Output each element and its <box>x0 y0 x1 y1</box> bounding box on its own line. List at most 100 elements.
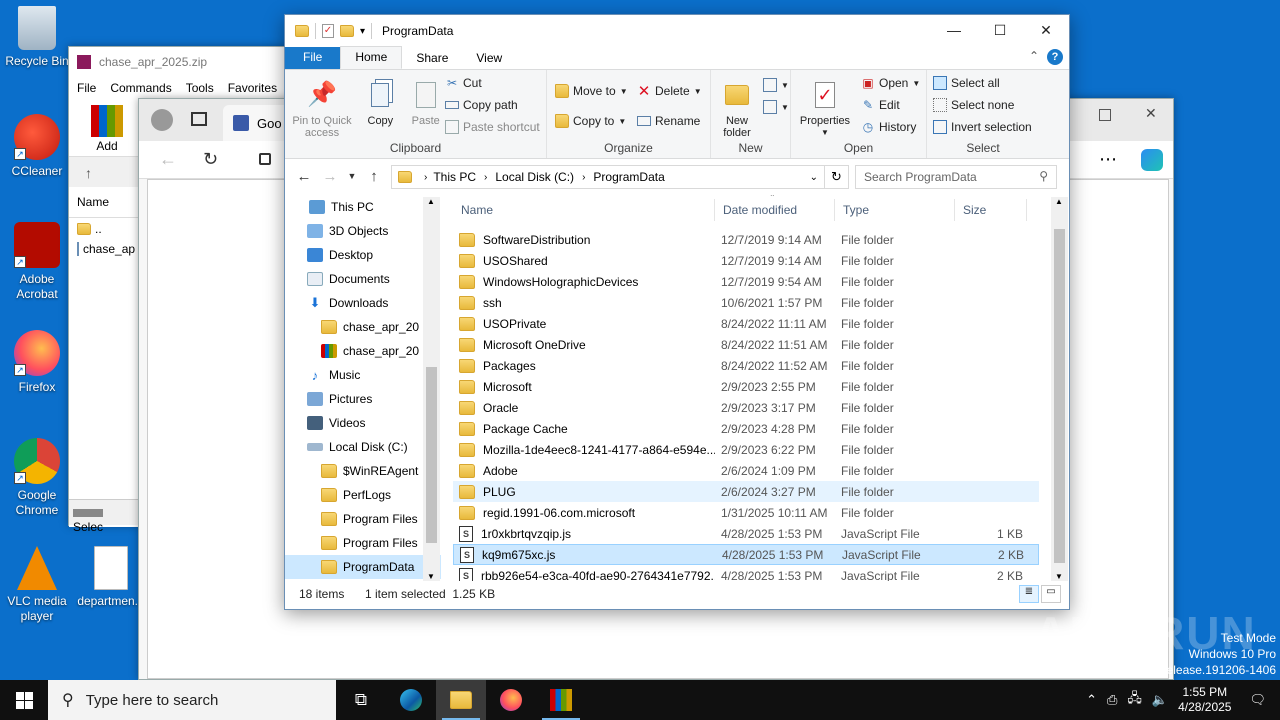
refresh-icon[interactable]: ↻ <box>203 149 218 170</box>
table-row[interactable]: USOPrivate 8/24/2022 11:11 AM File folder <box>453 313 1039 334</box>
copy-path-button[interactable]: Copy path <box>445 94 540 116</box>
table-row[interactable]: Microsoft 2/9/2023 2:55 PM File folder <box>453 376 1039 397</box>
scrollbar-thumb[interactable] <box>1054 229 1065 563</box>
cut-button[interactable]: ✂ Cut <box>445 72 540 94</box>
table-row[interactable]: WindowsHolographicDevices 12/7/2019 9:54 … <box>453 271 1039 292</box>
table-row[interactable]: S 1r0xkbrtqvzqip.js 4/28/2025 1:53 PM JavaS… <box>453 523 1039 544</box>
file-list-scrollbar[interactable]: ▲ ▼ <box>1051 197 1068 581</box>
desktop-icon-document[interactable]: departmen... <box>74 546 148 609</box>
address-bar[interactable]: › This PC › Local Disk (C:) › ProgramDat… <box>391 165 825 189</box>
table-row[interactable]: regid.1991-06.com.microsoft 1/31/2025 10:… <box>453 502 1039 523</box>
table-row[interactable]: Microsoft OneDrive 8/24/2022 11:51 AM File… <box>453 334 1039 355</box>
breadcrumb-programdata[interactable]: ProgramData <box>593 170 664 184</box>
desktop-icon-ccleaner[interactable]: ↗ CCleaner <box>0 114 74 179</box>
close-button[interactable]: ✕ <box>1023 15 1069 45</box>
open-button[interactable]: ▣ Open ▼ <box>861 72 920 94</box>
desktop-icon-acrobat[interactable]: ↗ Adobe Acrobat <box>0 222 74 302</box>
easy-access-button[interactable]: ▼ <box>763 96 789 118</box>
copy-to-button[interactable]: Copy to ▼ <box>555 106 628 136</box>
column-header-size[interactable]: Size <box>955 199 1027 221</box>
desktop-icon-recycle-bin[interactable]: Recycle Bin <box>0 6 74 69</box>
scroll-up-icon[interactable]: ▲ <box>1055 197 1063 206</box>
paste-button[interactable]: Paste <box>406 74 446 127</box>
tab-home[interactable]: Home <box>340 46 403 69</box>
move-to-button[interactable]: Move to ▼ <box>555 76 628 106</box>
nav-item[interactable]: ProgramData <box>285 555 441 579</box>
copy-button[interactable]: Copy <box>358 74 402 127</box>
tab-file[interactable]: File <box>285 47 341 69</box>
winrar-col-name[interactable]: Name <box>69 187 140 218</box>
chevron-up-icon[interactable]: ⌃ <box>1086 692 1097 708</box>
navigation-pane-scrollbar[interactable]: ▲ ▼ <box>423 197 440 581</box>
edge-tab[interactable]: Goo <box>223 105 293 141</box>
copilot-icon[interactable] <box>1141 149 1163 171</box>
scroll-up-icon[interactable]: ▲ <box>427 197 435 206</box>
volume-icon[interactable]: 🔈 <box>1152 692 1168 708</box>
new-folder-icon[interactable] <box>340 25 354 37</box>
explorer-window[interactable]: ✓ ▾ ProgramData — ☐ ✕ File Home Share Vi… <box>284 14 1070 610</box>
customize-qat-icon[interactable]: ▾ <box>360 26 365 37</box>
properties-icon[interactable]: ✓ <box>322 24 334 38</box>
details-view-icon[interactable]: ≣ <box>1019 585 1039 603</box>
table-row[interactable]: Skq9m675xc.js 4/28/2025 1:53 PM JavaScript… <box>453 544 1039 565</box>
clock[interactable]: 1:55 PM 4/28/2025 <box>1178 685 1231 715</box>
desktop-icon-vlc[interactable]: VLC media player <box>0 546 74 624</box>
new-folder-button[interactable]: New folder <box>715 74 759 139</box>
maximize-button[interactable]: ☐ <box>977 15 1023 45</box>
large-icons-view-icon[interactable]: ▭ <box>1041 585 1061 603</box>
network-icon[interactable]: 🖧 <box>1127 689 1142 711</box>
tab-share[interactable]: Share <box>402 48 462 69</box>
maximize-icon[interactable] <box>1099 109 1111 121</box>
winrar-add-button[interactable]: Add <box>85 103 129 153</box>
explorer-title-bar[interactable]: ✓ ▾ ProgramData — ☐ ✕ <box>285 15 1069 47</box>
nav-item[interactable]: ⬇ Downloads <box>285 291 441 315</box>
nav-item[interactable]: chase_apr_20 <box>285 339 441 363</box>
recent-locations-button[interactable]: ▼ <box>343 171 361 181</box>
nav-item[interactable]: This PC <box>285 195 441 219</box>
network-drive-icon[interactable]: ⎙ <box>1107 692 1117 708</box>
refresh-button[interactable]: ↻ <box>825 165 849 189</box>
rename-button[interactable]: Rename <box>637 106 702 136</box>
notifications-icon[interactable]: 🗨 <box>1249 692 1266 708</box>
desktop-icon-chrome[interactable]: ↗ Google Chrome <box>0 438 74 518</box>
delete-button[interactable]: ✕ Delete ▼ <box>637 76 702 106</box>
close-icon[interactable]: ✕ <box>1145 105 1157 122</box>
list-item[interactable]: chase_ap <box>69 240 140 258</box>
table-row[interactable]: PLUG 2/6/2024 3:27 PM File folder <box>453 481 1039 502</box>
back-icon[interactable]: ← <box>159 149 177 170</box>
column-header-date[interactable]: Date modified <box>715 199 835 221</box>
pin-to-quick-access-button[interactable]: 📌 Pin to Quick access <box>289 74 355 140</box>
edge-icon[interactable] <box>386 680 436 720</box>
history-button[interactable]: ◷ History <box>861 116 920 138</box>
nav-item[interactable]: Local Disk (C:) <box>285 435 441 459</box>
start-button[interactable] <box>0 680 48 720</box>
file-explorer-icon[interactable] <box>436 680 486 720</box>
column-header-type[interactable]: Type <box>835 199 955 221</box>
nav-item[interactable]: 3D Objects <box>285 219 441 243</box>
select-all-button[interactable]: Select all <box>933 72 1032 94</box>
table-row[interactable]: Adobe 2/6/2024 1:09 PM File folder <box>453 460 1039 481</box>
winrar-icon[interactable] <box>536 680 586 720</box>
nav-item[interactable]: $WinREAgent <box>285 459 441 483</box>
search-input[interactable]: Search ProgramData ⚲ <box>855 165 1057 189</box>
winrar-menu-file[interactable]: File <box>77 81 96 95</box>
winrar-menu-favorites[interactable]: Favorites <box>228 81 277 95</box>
properties-button[interactable]: ✓ Properties ▼ <box>795 74 855 139</box>
back-button[interactable]: ← <box>291 168 317 185</box>
taskbar-search-box[interactable]: ⚲ Type here to search <box>48 680 336 720</box>
nav-item[interactable]: Pictures <box>285 387 441 411</box>
column-header-name[interactable]: Name <box>453 199 715 221</box>
firefox-icon[interactable] <box>486 680 536 720</box>
help-icon[interactable]: ? <box>1047 49 1063 65</box>
select-none-button[interactable]: Select none <box>933 94 1032 116</box>
nav-item[interactable]: chase_apr_20 <box>285 315 441 339</box>
tab-actions-icon[interactable] <box>191 112 207 126</box>
address-dropdown-icon[interactable]: ⌄ <box>810 172 818 183</box>
nav-item[interactable]: Desktop <box>285 243 441 267</box>
nav-item[interactable]: ♪ Music <box>285 363 441 387</box>
forward-button[interactable]: → <box>317 168 343 185</box>
table-row[interactable]: Oracle 2/9/2023 3:17 PM File folder <box>453 397 1039 418</box>
table-row[interactable]: Packages 8/24/2022 11:52 AM File folder <box>453 355 1039 376</box>
task-view-icon[interactable]: ⧉ <box>336 680 386 720</box>
tab-view[interactable]: View <box>462 48 516 69</box>
